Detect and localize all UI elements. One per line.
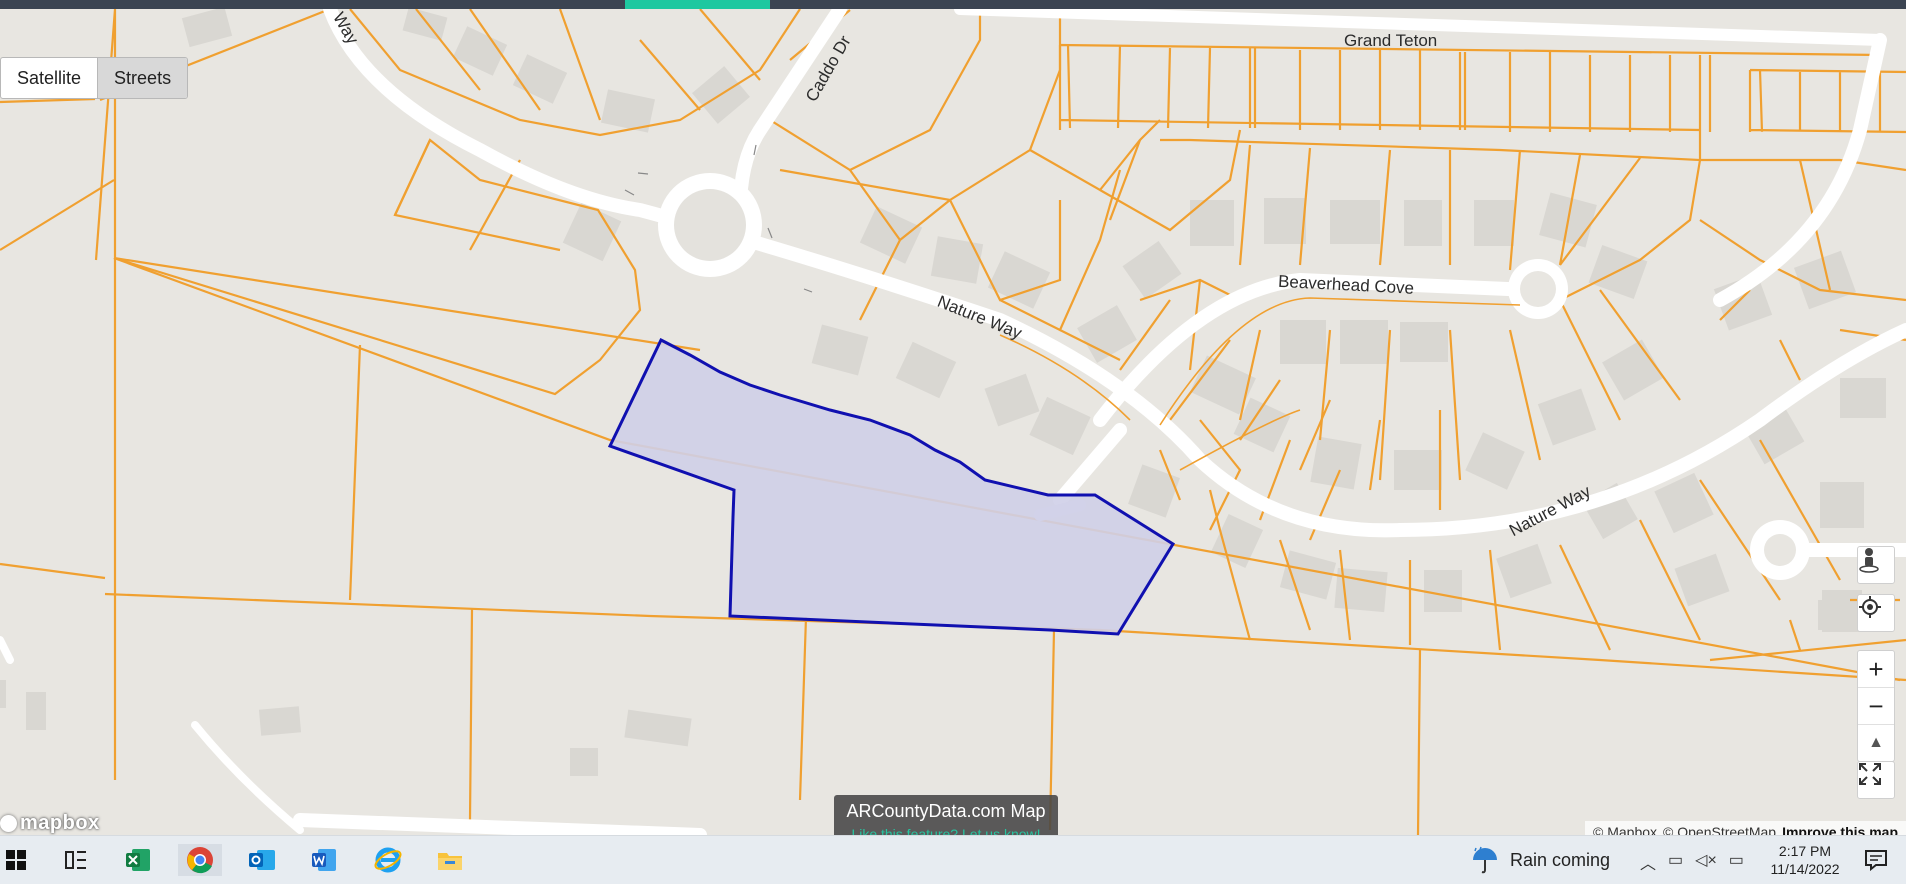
task-view-icon[interactable] (60, 844, 92, 876)
map-attribution: © Mapbox © OpenStreetMap Improve this ma… (1585, 821, 1906, 835)
weather-text: Rain coming (1510, 849, 1611, 870)
mapbox-logo[interactable]: mapbox (0, 812, 100, 835)
street-label-nature-way: Nature Way (935, 292, 1025, 343)
clock-time: 2:17 PM (1778, 843, 1832, 859)
speaker-muted-icon[interactable]: ◁× (1695, 850, 1717, 874)
banner-title: ARCountyData.com Map (846, 801, 1046, 821)
mapbox-logo-icon (0, 815, 17, 832)
streets-button[interactable]: Streets (97, 58, 188, 98)
system-tray: ︿ ▭ ◁× ▭ (1640, 850, 1744, 874)
map-svg: Grand Teton Caddo Dr Way Nature Way Beav… (0, 9, 1906, 835)
map-canvas[interactable]: Grand Teton Caddo Dr Way Nature Way Beav… (0, 9, 1906, 835)
weather-widget[interactable]: Rain coming (1470, 846, 1610, 874)
file-explorer-icon[interactable] (434, 844, 466, 876)
chevron-up-icon[interactable]: ︿ (1640, 850, 1656, 874)
notification-center-icon[interactable] (1860, 844, 1892, 876)
zoom-out-button[interactable]: − (1858, 688, 1894, 725)
windows-taskbar: Rain coming ︿ ▭ ◁× ▭ 2:17 PM 11/14/2022 (0, 835, 1906, 884)
taskbar-clock[interactable]: 2:17 PM 11/14/2022 (1760, 842, 1850, 878)
word-icon[interactable] (308, 844, 340, 876)
excel-icon[interactable] (122, 844, 154, 876)
umbrella-rain-icon (1473, 846, 1497, 874)
clock-date: 11/14/2022 (1770, 861, 1840, 877)
improve-map-link[interactable]: Improve this map (1782, 824, 1898, 835)
outlook-icon[interactable] (246, 844, 278, 876)
street-view-button[interactable] (1857, 546, 1895, 584)
satellite-button[interactable]: Satellite (1, 58, 97, 98)
mapbox-logo-text: mapbox (20, 812, 100, 834)
chrome-icon[interactable] (178, 844, 222, 876)
zoom-in-button[interactable]: + (1858, 651, 1894, 688)
meet-now-icon[interactable]: ▭ (1668, 850, 1683, 874)
fullscreen-icon (1859, 763, 1881, 785)
active-tab-indicator[interactable] (625, 0, 770, 9)
internet-explorer-icon[interactable] (372, 844, 404, 876)
network-icon[interactable]: ▭ (1729, 850, 1744, 874)
feedback-link[interactable]: Like this feature? Let us know! (834, 826, 1058, 835)
crosshair-icon (1859, 596, 1881, 618)
app-top-bar (0, 0, 1906, 9)
locate-button[interactable] (1857, 594, 1895, 632)
zoom-controls: + − ▲ (1857, 650, 1895, 762)
attribution-mapbox[interactable]: © Mapbox (1593, 824, 1657, 835)
attribution-osm[interactable]: © OpenStreetMap (1663, 824, 1776, 835)
compass-button[interactable]: ▲ (1858, 725, 1894, 761)
map-layer-toggle: Satellite Streets (0, 57, 189, 99)
person-icon (1859, 548, 1879, 573)
windows-start-icon[interactable] (0, 844, 32, 876)
street-label-beaverhead-cove: Beaverhead Cove (1278, 272, 1415, 298)
fullscreen-button[interactable] (1857, 761, 1895, 799)
ar-county-banner: ARCountyData.com Map Like this feature? … (834, 795, 1058, 835)
street-label-grand-teton: Grand Teton (1344, 31, 1437, 50)
